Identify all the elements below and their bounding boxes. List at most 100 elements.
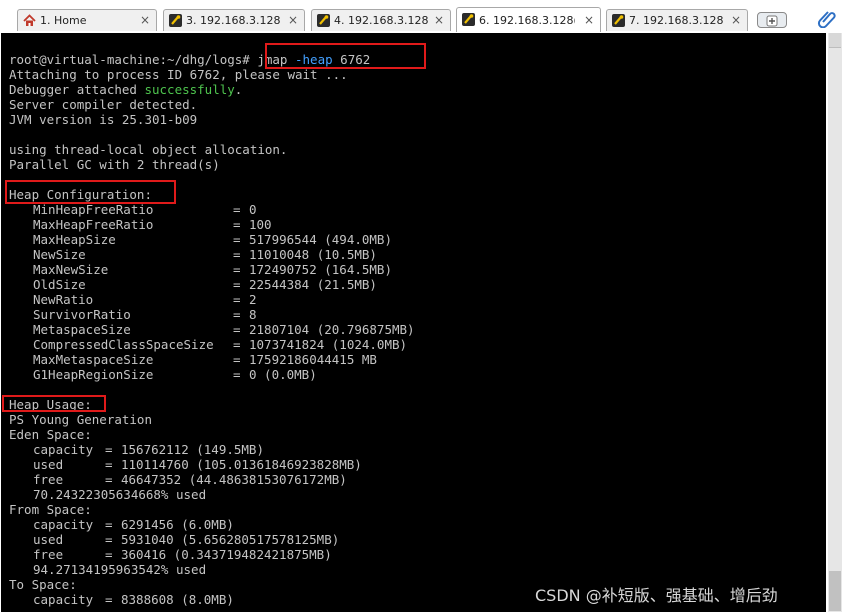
terminal-icon [462, 13, 475, 26]
config-row-name: MaxNewSize [33, 262, 109, 277]
config-row-value: 0 (0.0MB) [249, 367, 317, 382]
jvm-version-line: JVM version is 25.301-b09 [9, 112, 198, 127]
config-row-equals: = [233, 367, 241, 382]
scroll-thumb[interactable] [829, 571, 841, 611]
to-row-value: 8388608 (8.0MB) [121, 592, 234, 607]
eden-row-name: free [33, 472, 64, 487]
young-gen-line: PS Young Generation [9, 412, 152, 427]
from-row-name: free [33, 547, 64, 562]
command-highlight-box [265, 43, 426, 69]
config-row-equals: = [233, 202, 241, 217]
close-icon[interactable]: × [731, 13, 741, 27]
tab-session-3[interactable]: 3. 192.168.3.128 ( × [163, 9, 305, 31]
config-row-equals: = [233, 262, 241, 277]
tab-bar: 1. Home × 3. 192.168.3.128 ( × 4. 192.16… [0, 0, 842, 32]
compiler-line: Server compiler detected. [9, 97, 198, 112]
config-row-name: NewSize [33, 247, 86, 262]
config-row-equals: = [233, 217, 241, 232]
from-row-equals: = [105, 547, 113, 562]
config-row-value: 100 [249, 217, 272, 232]
config-row-name: NewRatio [33, 292, 94, 307]
config-row-value: 21807104 (20.796875MB) [249, 322, 415, 337]
from-row-value: 6291456 (6.0MB) [121, 517, 234, 532]
paperclip-icon[interactable] [817, 8, 837, 28]
config-row-equals: = [233, 232, 241, 247]
from-row-name: used [33, 532, 64, 547]
from-row-value: 5931040 (5.656280517578125MB) [121, 532, 340, 547]
config-row-name: OldSize [33, 277, 86, 292]
config-row-equals: = [233, 292, 241, 307]
plus-icon [766, 15, 778, 27]
close-icon[interactable]: × [434, 13, 444, 27]
debugger-line: Debugger attached successfully. [9, 82, 242, 97]
scroll-up-button[interactable] [829, 33, 841, 48]
eden-row-value: 156762112 (149.5MB) [121, 442, 264, 457]
eden-row-value: 46647352 (44.48638153076172MB) [121, 472, 347, 487]
config-row-name: MaxMetaspaceSize [33, 352, 154, 367]
config-row-value: 11010048 (10.5MB) [249, 247, 377, 262]
close-icon[interactable]: × [288, 13, 298, 27]
tab-session-6[interactable]: 6. 192.168.3.128( × [456, 7, 601, 32]
config-row-equals: = [233, 352, 241, 367]
terminal-icon [612, 14, 625, 27]
config-row-value: 2 [249, 292, 257, 307]
tab-label: 7. 192.168.3.128 ( [629, 14, 723, 27]
terminal-window[interactable]: root@virtual-machine:~/dhg/logs# jmap -h… [0, 32, 842, 612]
config-row-name: SurvivorRatio [33, 307, 131, 322]
debugger-text: Debugger attached [9, 82, 145, 97]
eden-percent: 70.24322305634668% used [33, 487, 207, 502]
config-row-name: MaxHeapSize [33, 232, 116, 247]
config-row-name: MetaspaceSize [33, 322, 131, 337]
close-icon[interactable]: × [140, 13, 150, 27]
close-icon[interactable]: × [584, 13, 594, 27]
watermark: CSDN @补短版、强基础、增后劲 [535, 586, 778, 605]
config-row-value: 8 [249, 307, 257, 322]
tab-label: 3. 192.168.3.128 ( [186, 14, 280, 27]
config-row-name: MinHeapFreeRatio [33, 202, 154, 217]
attaching-line: Attaching to process ID 6762, please wai… [9, 67, 348, 82]
to-row-name: capacity [33, 592, 94, 607]
terminal-icon [317, 14, 330, 27]
tab-home[interactable]: 1. Home × [17, 9, 157, 31]
new-tab-button[interactable] [757, 12, 787, 28]
eden-row-value: 110114760 (105.01361846923828MB) [121, 457, 362, 472]
debugger-status: successfully [144, 82, 235, 97]
to-row-equals: = [105, 592, 113, 607]
from-percent: 94.27134195963542% used [33, 562, 207, 577]
config-row-value: 1073741824 (1024.0MB) [249, 337, 408, 352]
config-row-value: 17592186044415 MB [249, 352, 377, 367]
eden-row-equals: = [105, 442, 113, 457]
terminal-icon [169, 14, 182, 27]
config-row-equals: = [233, 247, 241, 262]
home-icon [23, 14, 36, 26]
config-row-name: MaxHeapFreeRatio [33, 217, 154, 232]
config-row-name: G1HeapRegionSize [33, 367, 154, 382]
scrollbar[interactable] [828, 33, 842, 612]
tab-label: 4. 192.168.3.128 ( [334, 14, 428, 27]
terminal-output[interactable]: root@virtual-machine:~/dhg/logs# jmap -h… [1, 33, 826, 612]
config-row-equals: = [233, 277, 241, 292]
eden-title: Eden Space: [9, 427, 92, 442]
tab-label: 6. 192.168.3.128( [479, 14, 575, 27]
config-row-value: 172490752 (164.5MB) [249, 262, 392, 277]
tlab-line: using thread-local object allocation. [9, 142, 288, 157]
tab-session-4[interactable]: 4. 192.168.3.128 ( × [311, 9, 451, 31]
config-row-value: 517996544 (494.0MB) [249, 232, 392, 247]
from-row-name: capacity [33, 517, 94, 532]
heap-usage-highlight-box [2, 395, 106, 412]
config-row-equals: = [233, 307, 241, 322]
from-title: From Space: [9, 502, 92, 517]
tab-label: 1. Home [40, 14, 87, 27]
eden-row-name: capacity [33, 442, 94, 457]
config-row-equals: = [233, 322, 241, 337]
from-row-equals: = [105, 517, 113, 532]
debugger-suffix: . [234, 82, 243, 97]
tab-session-7[interactable]: 7. 192.168.3.128 ( × [606, 9, 748, 31]
from-row-equals: = [105, 532, 113, 547]
config-row-name: CompressedClassSpaceSize [33, 337, 214, 352]
to-title: To Space: [9, 577, 77, 592]
config-row-value: 22544384 (21.5MB) [249, 277, 377, 292]
heap-config-highlight-box [5, 180, 176, 204]
from-row-value: 360416 (0.343719482421875MB) [121, 547, 332, 562]
shell-prompt: root@virtual-machine:~/dhg/logs# [9, 52, 258, 67]
